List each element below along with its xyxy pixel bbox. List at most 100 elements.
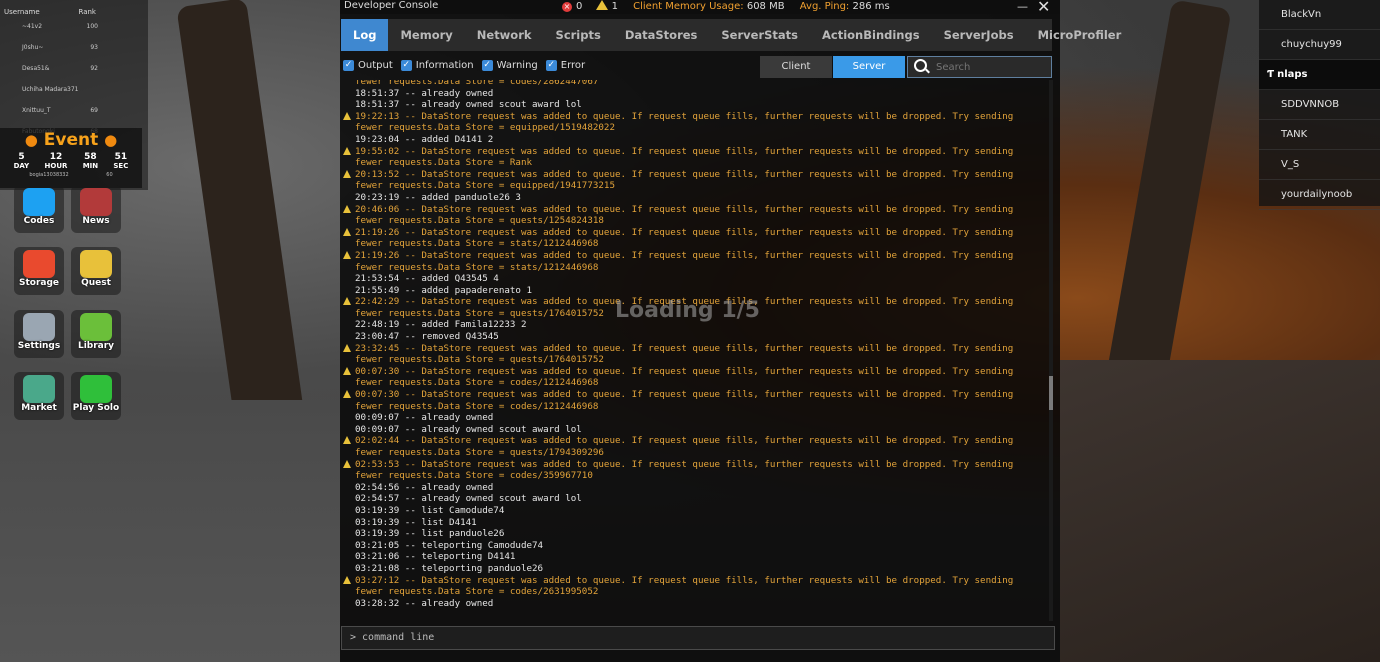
ground-right: [1060, 360, 1380, 662]
menu-button-label: Play Solo: [72, 403, 120, 413]
log-line-text: fewer requests.Data Store = quests/17640…: [355, 354, 604, 366]
search-box[interactable]: [907, 56, 1052, 78]
log-line-text: fewer requests.Data Store = codes/359967…: [355, 470, 593, 482]
leaderboard-rank: 100: [86, 23, 98, 30]
command-line[interactable]: > command line: [341, 626, 1055, 650]
warning-icon: [343, 204, 351, 213]
warning-filter-label: Warning: [496, 60, 538, 71]
log-line-warning: fewer requests.Data Store = stats/121244…: [340, 238, 1052, 250]
log-line-output: 20:23:19 -- added panduole26 3: [340, 192, 1052, 204]
log-line-text: 19:22:13 -- DataStore request was added …: [355, 110, 1014, 122]
error-checkbox[interactable]: ✓: [545, 60, 557, 71]
log-line-output: 03:21:05 -- teleporting Camodude74: [340, 540, 1052, 552]
log-line-output: 03:19:39 -- list Camodude74: [340, 505, 1052, 517]
quest-button[interactable]: Quest: [71, 247, 121, 295]
tab-log[interactable]: Log: [341, 19, 389, 51]
tab-actionbindings[interactable]: ActionBindings: [810, 19, 932, 51]
leaderboard-rank-header: Rank: [78, 8, 97, 16]
log-line-text: 03:19:39 -- list D4141: [355, 516, 477, 528]
log-line-text: 23:00:47 -- removed Q43545: [355, 331, 499, 343]
log-line-text: 19:55:02 -- DataStore request was added …: [355, 145, 1014, 157]
tab-scripts[interactable]: Scripts: [544, 19, 613, 51]
event-footer-rank: 60: [106, 172, 113, 178]
memory-label: Client Memory Usage:: [633, 1, 744, 12]
memory-value: 608 MB: [746, 1, 785, 12]
play-icon: [80, 375, 112, 403]
tab-datastores[interactable]: DataStores: [613, 19, 710, 51]
play-solo-button[interactable]: Play Solo: [71, 372, 121, 420]
log-line-warning: fewer requests.Data Store = codes/121244…: [340, 377, 1052, 389]
warning-icon: [343, 250, 351, 259]
tab-serverstats[interactable]: ServerStats: [709, 19, 810, 51]
storage-button[interactable]: Storage: [14, 247, 64, 295]
event-countdown: 5 DAY 12 HOUR 58 MIN 51 SEC: [0, 152, 142, 170]
log-line-output: 00:09:07 -- already owned scout award lo…: [340, 424, 1052, 436]
minimize-button[interactable]: —: [1017, 0, 1028, 13]
leaderboard-rank: 93: [90, 44, 98, 51]
log-scrollbar-track[interactable]: [1049, 80, 1053, 621]
tab-microprofiler[interactable]: MicroProfiler: [1026, 19, 1134, 51]
leaderboard-rows: ~41v2 100 J0shu~ 93 Desa51& 92 Uchiha Madara37…: [0, 16, 148, 142]
log-line-output: 03:19:39 -- list D4141: [340, 517, 1052, 529]
countdown-label: SEC: [113, 162, 129, 170]
tab-memory[interactable]: Memory: [388, 19, 464, 51]
player-list-item[interactable]: BlackVn: [1259, 0, 1380, 30]
warning-icon: [595, 0, 608, 10]
log-line-warning: fewer requests.Data Store = equipped/194…: [340, 180, 1052, 192]
tab-network[interactable]: Network: [465, 19, 544, 51]
library-button[interactable]: Library: [71, 310, 121, 358]
client-toggle-button[interactable]: Client: [760, 56, 832, 78]
log-line-warning: fewer requests.Data Store = codes/121244…: [340, 401, 1052, 413]
market-button[interactable]: Market: [14, 372, 64, 420]
warning-icon: [343, 436, 351, 445]
log-line-warning: fewer requests.Data Store = quests/17943…: [340, 447, 1052, 459]
warning-count: 1: [611, 1, 618, 12]
log-output[interactable]: fewer requests.Data Store = codes/286244…: [340, 80, 1052, 621]
warning-icon: [343, 459, 351, 468]
settings-button[interactable]: Settings: [14, 310, 64, 358]
leaderboard-name: Desa51&: [22, 65, 50, 72]
news-button[interactable]: News: [71, 185, 121, 233]
log-line-text: 21:19:26 -- DataStore request was added …: [355, 226, 1014, 238]
log-line-text: 02:53:53 -- DataStore request was added …: [355, 458, 1014, 470]
leaderboard-header: Username Rank: [0, 0, 148, 16]
log-line-text: fewer requests.Data Store = codes/121244…: [355, 377, 599, 389]
player-list-item[interactable]: TANK: [1259, 120, 1380, 150]
log-line-text: fewer requests.Data Store = quests/17640…: [355, 307, 604, 319]
log-line-warning: 00:07:30 -- DataStore request was added …: [340, 366, 1052, 378]
player-list-item[interactable]: yourdailynoob: [1259, 180, 1380, 210]
megaphone-icon: [80, 188, 112, 216]
search-input[interactable]: [934, 59, 1048, 76]
log-line-output: 18:51:37 -- already owned: [340, 88, 1052, 100]
tab-serverjobs[interactable]: ServerJobs: [932, 19, 1026, 51]
codes-button[interactable]: Codes: [14, 185, 64, 233]
leaderboard-username-header: Username: [4, 8, 40, 16]
leaderboard-row: J0shu~ 93: [0, 37, 148, 58]
countdown-label: DAY: [13, 162, 30, 170]
leaderboard-row: ~41v2 100: [0, 16, 148, 37]
event-title-text: Event: [43, 130, 99, 150]
log-line-text: 22:48:19 -- added Famila12233 2: [355, 319, 527, 331]
countdown-value: 5: [18, 152, 25, 162]
leaderboard-name: J0shu~: [22, 44, 44, 51]
books-icon: [80, 313, 112, 341]
log-line-text: fewer requests.Data Store = quests/17943…: [355, 447, 604, 458]
log-line-text: 00:09:07 -- already owned: [355, 412, 494, 424]
player-name: V_S: [1281, 159, 1300, 170]
player-list-item[interactable]: chuychuy99: [1259, 30, 1380, 60]
output-checkbox[interactable]: ✓: [343, 60, 354, 71]
server-toggle-button[interactable]: Server: [833, 56, 905, 78]
close-button[interactable]: ✕: [1037, 0, 1050, 16]
player-list-item[interactable]: SDDVNNOB: [1259, 90, 1380, 120]
ping-label: Avg. Ping:: [799, 1, 850, 12]
warning-checkbox[interactable]: ✓: [481, 60, 493, 71]
log-line-warning: 03:27:12 -- DataStore request was added …: [340, 575, 1052, 587]
information-checkbox[interactable]: ✓: [400, 60, 412, 71]
loading-text: Loading 1/5: [615, 298, 760, 323]
log-line-output: 19:23:04 -- added D4141 2: [340, 134, 1052, 146]
player-list-item[interactable]: Ƭnlaps: [1259, 60, 1380, 90]
player-list-item[interactable]: V_S: [1259, 150, 1380, 180]
command-prompt: >: [350, 632, 357, 643]
log-line-warning: 20:46:06 -- DataStore request was added …: [340, 204, 1052, 216]
log-scrollbar-thumb[interactable]: [1049, 376, 1053, 410]
